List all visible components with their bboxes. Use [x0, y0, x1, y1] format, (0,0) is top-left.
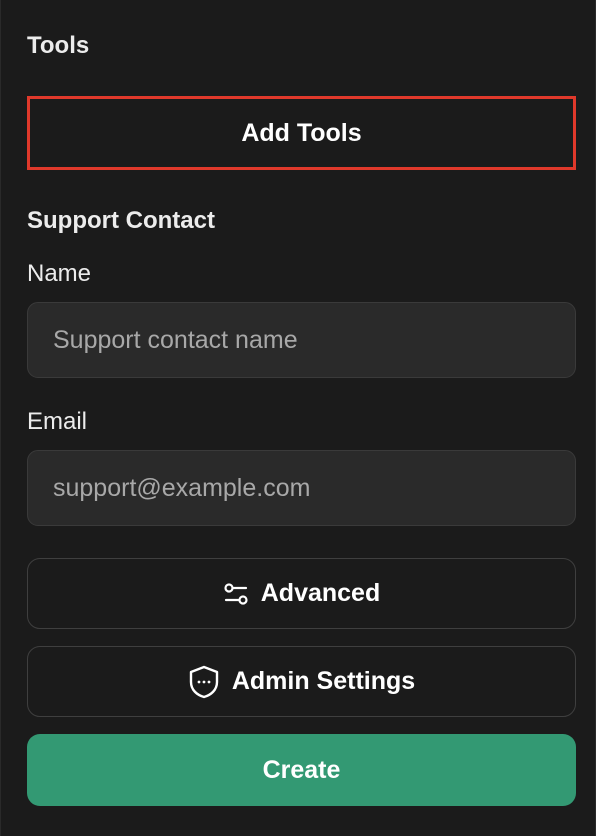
- agent-builder-panel: Tools Add Tools Support Contact Name Ema…: [0, 0, 596, 836]
- create-button[interactable]: Create: [27, 734, 576, 806]
- add-tools-label: Add Tools: [241, 118, 362, 147]
- name-label: Name: [27, 260, 92, 287]
- shield-icon: [188, 665, 220, 699]
- advanced-button[interactable]: Advanced: [27, 558, 576, 629]
- support-contact-heading: Support Contact: [27, 207, 215, 234]
- admin-settings-label: Admin Settings: [231, 667, 416, 695]
- email-label: Email: [27, 408, 88, 435]
- support-contact-email-input[interactable]: [27, 450, 576, 526]
- create-label: Create: [262, 755, 341, 784]
- admin-settings-button[interactable]: Admin Settings: [27, 646, 576, 717]
- sliders-icon: [223, 581, 249, 607]
- support-contact-name-input[interactable]: [27, 302, 576, 378]
- tools-heading: Tools: [27, 32, 90, 59]
- advanced-label: Advanced: [260, 579, 381, 607]
- add-tools-button[interactable]: Add Tools: [27, 96, 576, 170]
